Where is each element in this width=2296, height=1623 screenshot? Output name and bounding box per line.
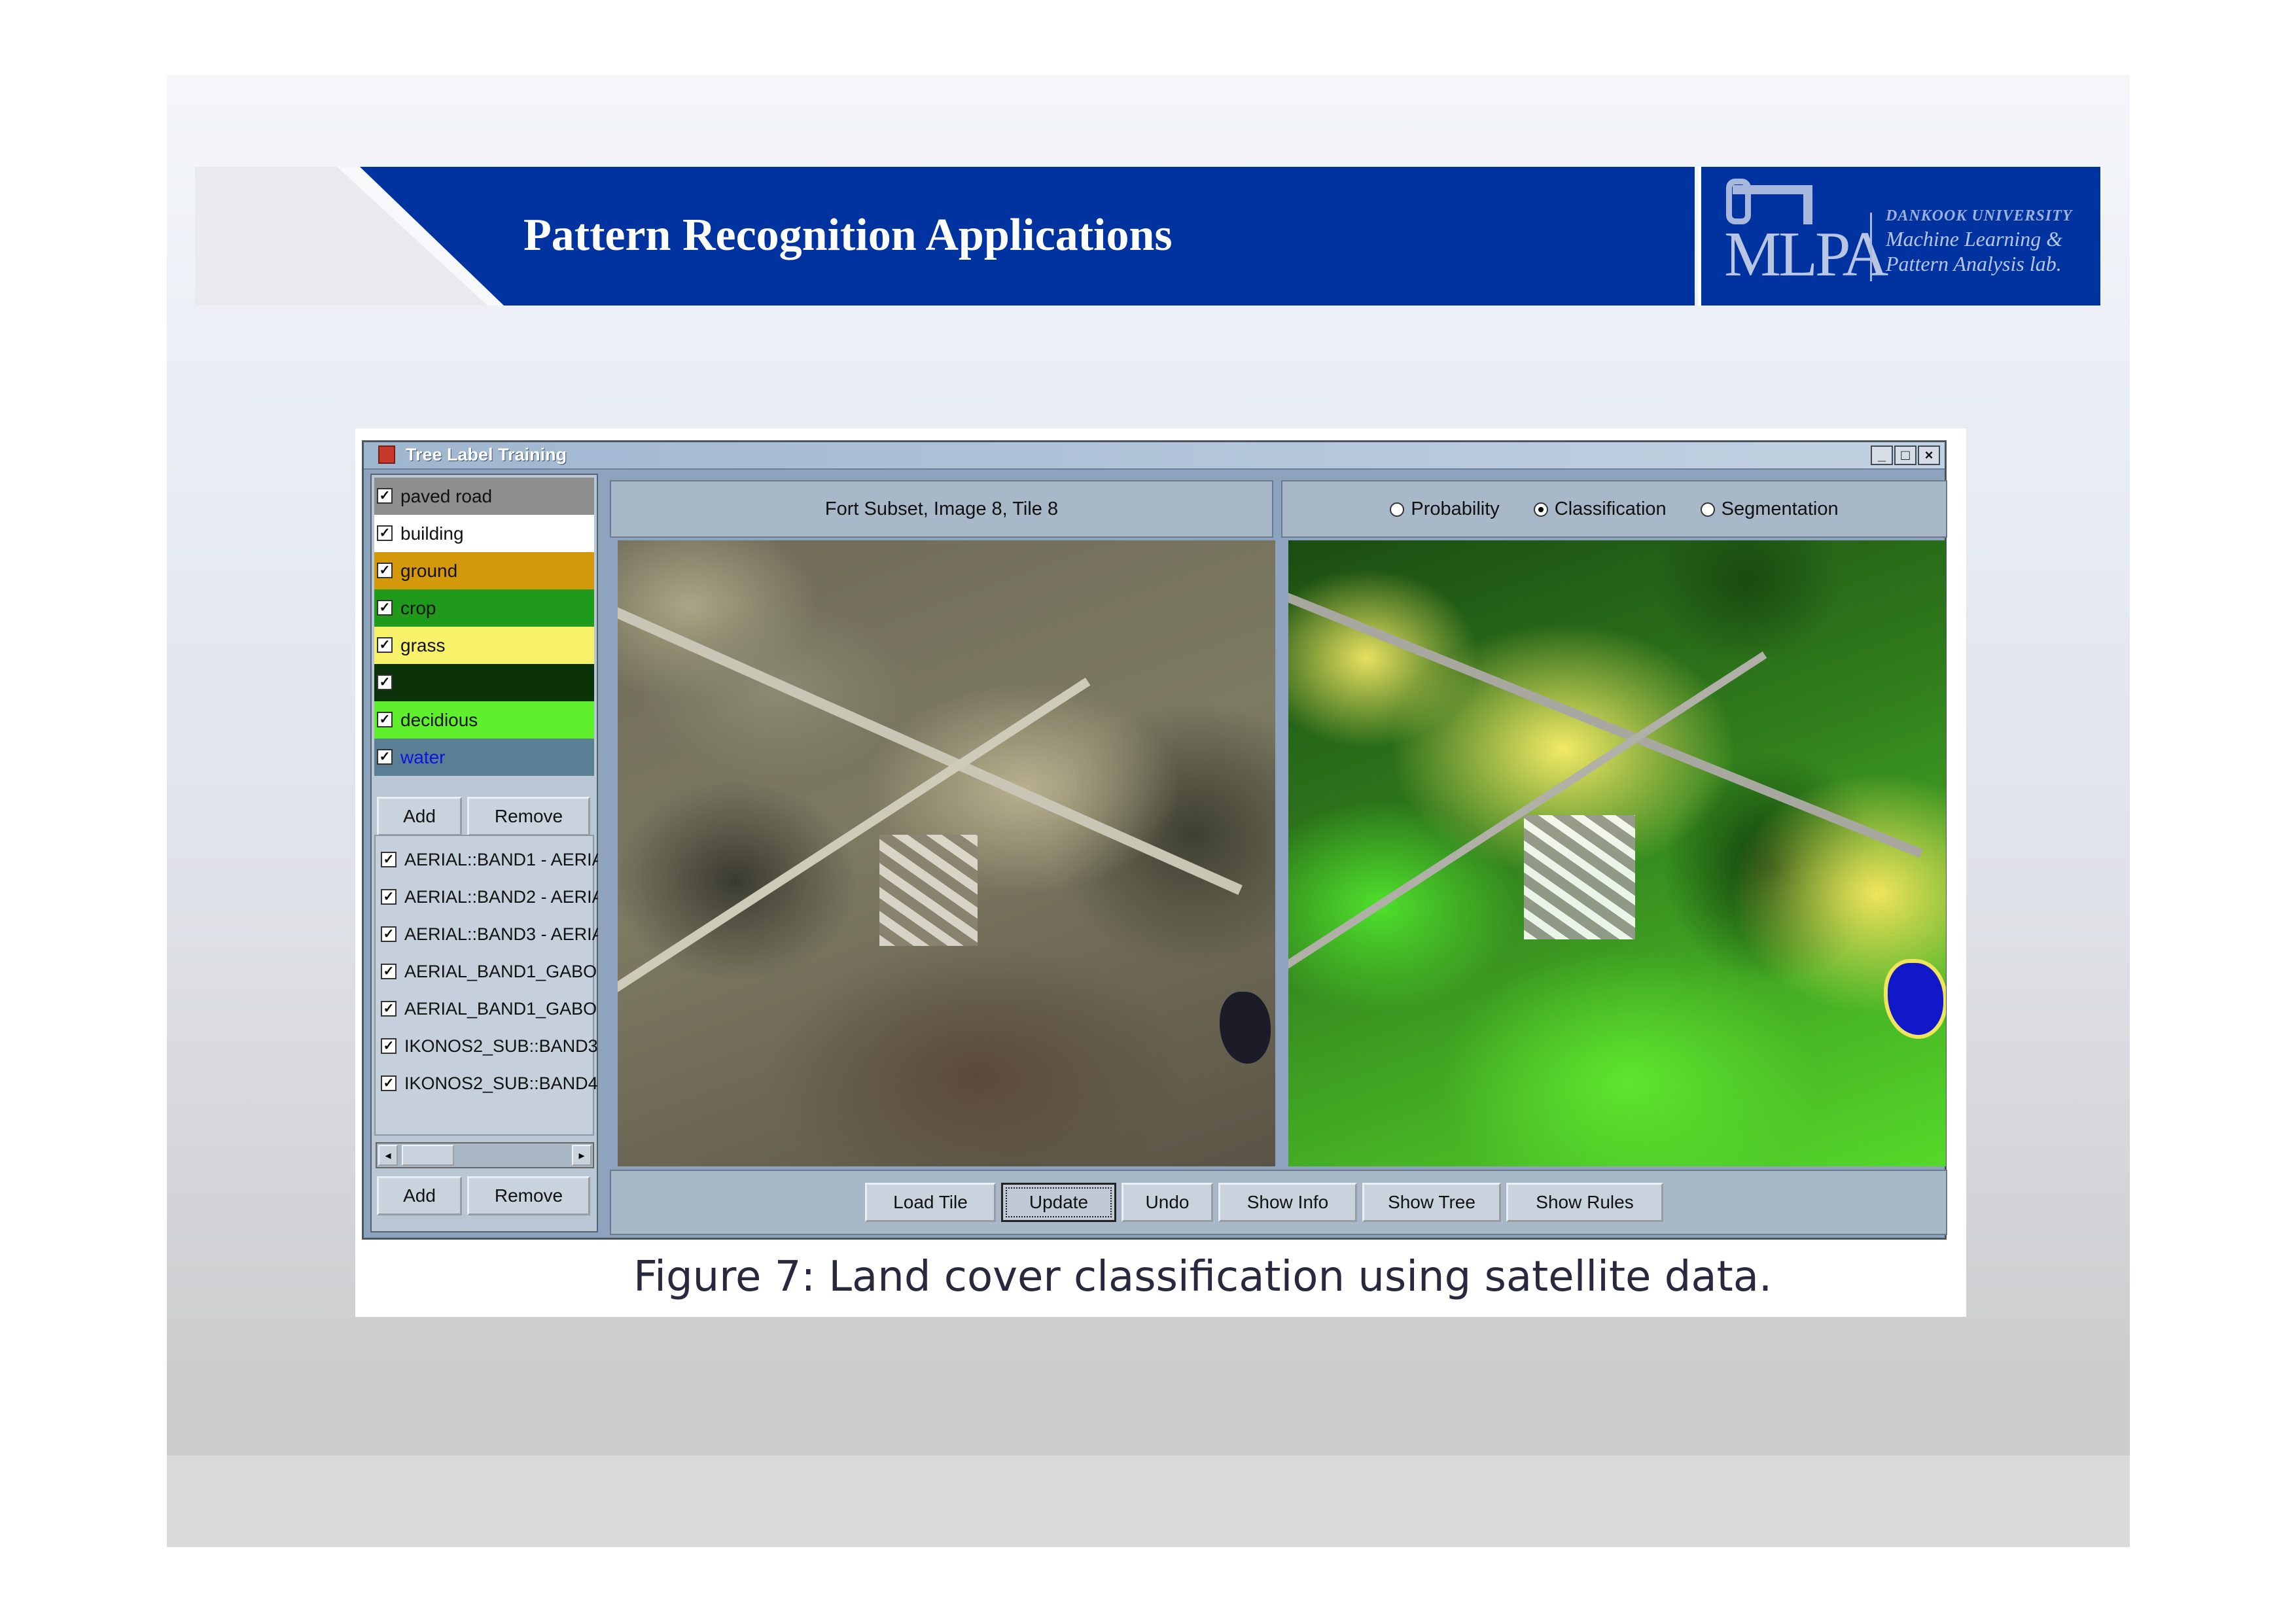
figure-caption: Figure 7: Land cover classification usin…: [633, 1253, 1773, 1301]
band-checkbox[interactable]: ✓: [381, 1001, 397, 1017]
label-item[interactable]: ✓ water: [374, 739, 594, 776]
update-button[interactable]: Update: [1001, 1183, 1116, 1222]
radio-button[interactable]: [1390, 502, 1405, 517]
label-checkbox[interactable]: ✓: [377, 712, 393, 727]
band-list: ✓ AERIAL::BAND1 - AERIA ✓ AERIAL::BAND2 - A…: [374, 835, 598, 1136]
label-checkbox[interactable]: ✓: [377, 563, 393, 578]
load-tile-button[interactable]: Load Tile: [865, 1183, 996, 1222]
band-checkbox[interactable]: ✓: [381, 1075, 397, 1091]
label-checkbox[interactable]: ✓: [377, 600, 393, 616]
aerial-image[interactable]: [618, 540, 1275, 1166]
radio-button[interactable]: [1700, 502, 1715, 517]
view-option-segmentation[interactable]: Segmentation: [1700, 481, 1839, 536]
add-band-button[interactable]: Add: [377, 1176, 462, 1215]
logo-text: MLPA: [1724, 219, 1888, 290]
band-checkbox[interactable]: ✓: [381, 889, 397, 905]
band-list-scrollbar[interactable]: ◂ ▸: [376, 1142, 594, 1168]
view-option-label: Segmentation: [1721, 498, 1839, 519]
band-item[interactable]: ✓ AERIAL_BAND1_GABO: [378, 990, 598, 1028]
label-checkbox[interactable]: ✓: [377, 749, 393, 765]
label-name: pine: [400, 672, 435, 693]
view-option-label: Classification: [1554, 498, 1667, 519]
classification-map[interactable]: [1288, 540, 1946, 1166]
add-label-button[interactable]: Add: [377, 797, 462, 836]
remove-band-button[interactable]: Remove: [467, 1176, 590, 1215]
band-item[interactable]: ✓ IKONOS2_SUB::BAND3: [378, 1028, 598, 1065]
label-item[interactable]: ✓ decidious: [374, 701, 594, 739]
band-name: AERIAL::BAND1 - AERIA: [404, 850, 598, 869]
band-checkbox[interactable]: ✓: [381, 1038, 397, 1054]
view-option-classification[interactable]: Classification: [1533, 481, 1667, 536]
left-panel: ✓ paved road ✓ building ✓ ground ✓ crop ✓ grass ✓ p…: [370, 474, 598, 1232]
show-tree-button[interactable]: Show Tree: [1362, 1183, 1501, 1222]
label-checkbox[interactable]: ✓: [377, 525, 393, 541]
band-checkbox[interactable]: ✓: [381, 926, 397, 942]
scroll-thumb[interactable]: [402, 1145, 454, 1166]
band-item[interactable]: ✓ AERIAL::BAND2 - AERIA: [378, 879, 598, 916]
scroll-left-icon[interactable]: ◂: [378, 1145, 398, 1166]
label-name: water: [400, 747, 446, 767]
show-info-button[interactable]: Show Info: [1218, 1183, 1357, 1222]
close-button[interactable]: ×: [1918, 445, 1940, 465]
label-item[interactable]: ✓ building: [374, 515, 594, 552]
lab-logo: MLPA DANKOOK UNIVERSITY Machine Learning…: [1698, 167, 2100, 305]
logo-lab-line1: Machine Learning &: [1886, 227, 2063, 251]
view-option-label: Probability: [1411, 498, 1500, 519]
label-name: ground: [400, 561, 458, 581]
band-item[interactable]: ✓ AERIAL::BAND1 - AERIA: [378, 841, 598, 879]
window-title: Tree Label Training: [406, 445, 567, 464]
label-name: paved road: [400, 486, 493, 506]
label-name: grass: [400, 635, 446, 655]
band-name: IKONOS2_SUB::BAND3: [404, 1036, 598, 1056]
label-name: crop: [400, 598, 436, 618]
image-header: Fort Subset, Image 8, Tile 8: [610, 480, 1273, 538]
label-name: decidious: [400, 710, 478, 730]
band-checkbox[interactable]: ✓: [381, 852, 397, 867]
label-checkbox[interactable]: ✓: [377, 674, 393, 690]
band-item[interactable]: ✓ AERIAL::BAND3 - AERIA: [378, 916, 598, 953]
band-checkbox[interactable]: ✓: [381, 964, 397, 979]
label-item[interactable]: ✓ grass: [374, 627, 594, 664]
band-item[interactable]: ✓ AERIAL_BAND1_GABO: [378, 953, 598, 990]
logo-lab-line2: Pattern Analysis lab.: [1886, 252, 2062, 275]
logo-university: DANKOOK UNIVERSITY: [1886, 207, 2073, 224]
view-radio-group: Probability Classification Segmentation: [1282, 481, 1946, 536]
maximize-button[interactable]: □: [1894, 445, 1916, 465]
slide-footer: [167, 1456, 2130, 1547]
label-item[interactable]: ✓ ground: [374, 552, 594, 589]
remove-label-button[interactable]: Remove: [467, 797, 590, 836]
app-window: Tree Label Training _ □ × ✓ paved road ✓ bu…: [362, 440, 1947, 1240]
label-checkbox[interactable]: ✓: [377, 637, 393, 653]
label-item[interactable]: ✓ crop: [374, 589, 594, 627]
band-name: AERIAL_BAND1_GABO: [404, 962, 597, 981]
label-name: building: [400, 523, 464, 544]
band-name: AERIAL::BAND2 - AERIA: [404, 887, 598, 907]
show-rules-button[interactable]: Show Rules: [1506, 1183, 1663, 1222]
label-item[interactable]: ✓ paved road: [374, 478, 594, 515]
view-option-probability[interactable]: Probability: [1390, 481, 1500, 536]
window-titlebar[interactable]: Tree Label Training _ □ ×: [364, 442, 1945, 470]
minimize-button[interactable]: _: [1871, 445, 1893, 465]
app-icon: [378, 445, 395, 464]
label-checkbox[interactable]: ✓: [377, 488, 393, 504]
band-name: IKONOS2_SUB::BAND4: [404, 1073, 598, 1093]
radio-button[interactable]: [1533, 502, 1548, 517]
band-item[interactable]: ✓ IKONOS2_SUB::BAND4: [378, 1065, 598, 1102]
view-options-bar: Probability Classification Segmentation: [1281, 480, 1947, 538]
action-toolbar: Load Tile Update Undo Show Info Show Tree Sho…: [610, 1170, 1947, 1235]
slide-title: Pattern Recognition Applications: [523, 210, 1173, 260]
band-name: AERIAL_BAND1_GABO: [404, 999, 597, 1019]
undo-button[interactable]: Undo: [1122, 1183, 1213, 1222]
scroll-right-icon[interactable]: ▸: [572, 1145, 592, 1166]
label-item[interactable]: ✓ pine: [374, 664, 594, 701]
logo-divider: [1870, 213, 1872, 281]
band-name: AERIAL::BAND3 - AERIA: [404, 924, 598, 944]
